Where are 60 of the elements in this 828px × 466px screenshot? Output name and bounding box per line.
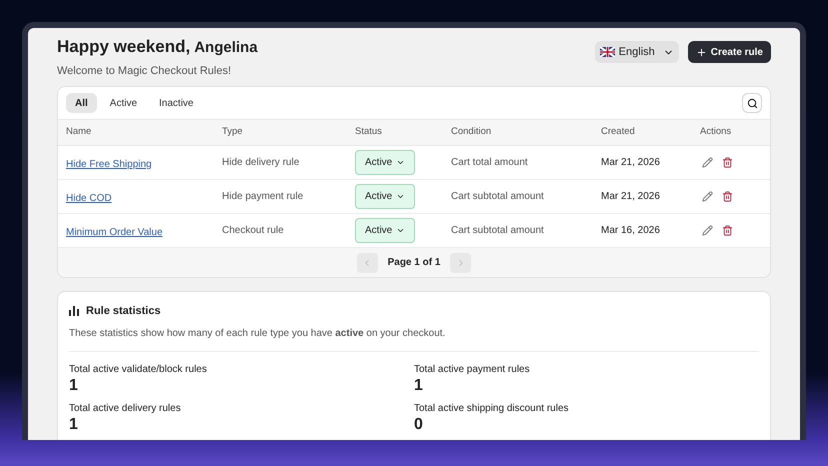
statistics-title: Rule statistics	[86, 304, 161, 319]
trash-icon	[722, 191, 733, 202]
table-cell-text: Mar 16, 2026	[601, 224, 661, 238]
stat-label: Total active payment rules	[414, 362, 531, 376]
filter-tab[interactable]: All	[66, 93, 97, 113]
delete-button[interactable]	[722, 225, 733, 236]
column-header: Actions	[700, 125, 732, 140]
welcome-text: Welcome to Magic Checkout Rules!	[57, 64, 232, 78]
search-icon	[746, 98, 758, 108]
stat-value: 0	[414, 416, 424, 434]
create-rule-button[interactable]: Create rule	[688, 41, 771, 63]
trash-icon	[722, 225, 733, 236]
plus-icon	[696, 46, 707, 58]
edit-button[interactable]	[702, 191, 713, 202]
trash-icon	[722, 157, 733, 168]
rule-name-link[interactable]: Minimum Order Value	[66, 226, 163, 238]
pencil-icon	[702, 225, 713, 236]
edit-button[interactable]	[702, 225, 713, 236]
statistics-description: These statistics show how many of each rule type you have active on your checkout.	[69, 326, 446, 340]
stat-value: 1	[69, 376, 79, 394]
table-cell-text: Mar 21, 2026	[601, 190, 661, 204]
stat-label: Total active shipping discount rules	[414, 402, 570, 416]
column-header: Status	[355, 125, 383, 140]
language-select[interactable]: English	[594, 41, 679, 63]
user-name: Angelina	[194, 38, 258, 58]
table-cell-text: Cart total amount	[451, 156, 529, 170]
stat-label: Total active delivery rules	[69, 402, 182, 416]
column-header: Created	[601, 125, 636, 140]
stat-value: 1	[414, 376, 424, 394]
status-dropdown[interactable]: Active	[355, 150, 416, 175]
page-indicator: Page 1 of 1	[386, 256, 442, 270]
column-header: Name	[66, 125, 92, 140]
rule-name-link[interactable]: Hide Free Shipping	[66, 158, 152, 170]
table-cell-text: Checkout rule	[222, 224, 285, 238]
column-header: Type	[222, 125, 244, 140]
table-cell-text: Hide payment rule	[222, 190, 304, 204]
filter-tab[interactable]: Inactive	[150, 93, 202, 113]
edit-button[interactable]	[702, 157, 713, 168]
chevron-icon	[396, 192, 406, 201]
table-cell-text: Hide delivery rule	[222, 156, 300, 170]
rule-name-link[interactable]: Hide COD	[66, 192, 112, 204]
chevron-icon	[396, 226, 406, 235]
pencil-icon	[702, 191, 713, 202]
stat-label: Total active validate/block rules	[69, 362, 208, 376]
table-cell-text: Cart subtotal amount	[451, 190, 545, 204]
table-cell-text: Mar 21, 2026	[601, 156, 661, 170]
chevron-icon	[396, 158, 406, 167]
filter-tab[interactable]: Active	[100, 93, 146, 113]
bar-chart-icon	[69, 306, 79, 316]
status-dropdown[interactable]: Active	[355, 218, 416, 243]
status-dropdown[interactable]: Active	[355, 184, 416, 209]
table-cell-text: Cart subtotal amount	[451, 224, 545, 238]
flag-icon	[600, 47, 615, 57]
stat-value: 1	[69, 416, 79, 434]
pencil-icon	[702, 157, 713, 168]
column-header: Condition	[451, 125, 492, 140]
delete-button[interactable]	[722, 191, 733, 202]
delete-button[interactable]	[722, 157, 733, 168]
greeting-title: Happy weekend,	[57, 36, 190, 58]
search-button[interactable]	[742, 93, 762, 113]
